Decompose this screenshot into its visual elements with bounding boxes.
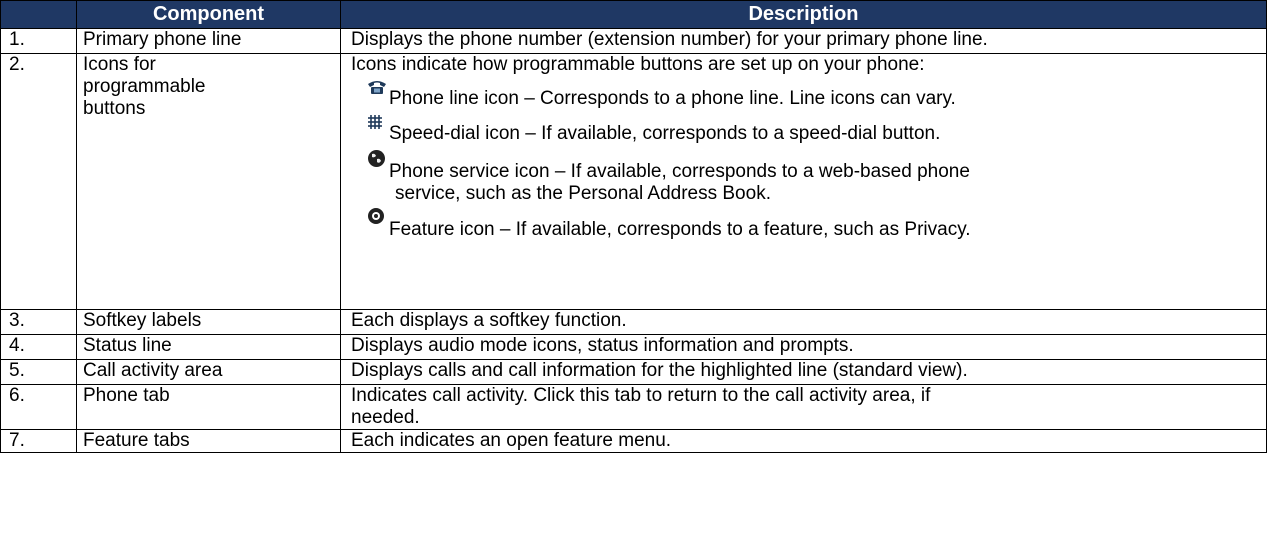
phone-handset-icon <box>367 79 387 101</box>
phone-service-icon-text-cont: service, such as the Personal Address Bo… <box>395 183 771 204</box>
row-description: Displays calls and call information for … <box>340 359 1267 385</box>
row-description: Indicates call activity. Click this tab … <box>340 384 1267 430</box>
row-description: Displays audio mode icons, status inform… <box>340 334 1267 360</box>
header-description: Description <box>340 0 1267 29</box>
phone-service-icon-text: Phone service icon – If available, corre… <box>389 161 970 182</box>
row-component: Softkey labels <box>76 309 341 335</box>
phone-service-icon-entry: Phone service icon – If available, corre… <box>351 150 1266 183</box>
row-component: Phone tab <box>76 384 341 430</box>
row-number: 3. <box>0 309 77 335</box>
feature-dot-icon <box>367 207 385 231</box>
feature-icon-entry: Feature icon – If available, corresponds… <box>351 208 1266 241</box>
row-component: Status line <box>76 334 341 360</box>
row-component: Call activity area <box>76 359 341 385</box>
row-number: 1. <box>0 28 77 54</box>
speed-dial-icon-text: Speed-dial icon – If available, correspo… <box>389 123 941 144</box>
table-row: 7. Feature tabs Each indicates an open f… <box>0 429 1267 453</box>
row-description: Icons indicate how programmable buttons … <box>340 53 1267 310</box>
row-number: 6. <box>0 384 77 430</box>
row-number: 7. <box>0 429 77 453</box>
phone-line-icon-text: Phone line icon – Corresponds to a phone… <box>389 88 956 109</box>
row-description: Each indicates an open feature menu. <box>340 429 1267 453</box>
table-row: 1. Primary phone line Displays the phone… <box>0 28 1267 54</box>
row-component: Icons for programmable buttons <box>76 53 341 310</box>
icons-intro-text: Icons indicate how programmable buttons … <box>351 54 925 75</box>
table-row: 4. Status line Displays audio mode icons… <box>0 334 1267 360</box>
component-table: Component Description 1. Primary phone l… <box>0 0 1267 453</box>
header-component: Component <box>76 0 341 29</box>
feature-icon-text: Feature icon – If available, corresponds… <box>389 219 971 240</box>
table-row: 2. Icons for programmable buttons Icons … <box>0 53 1267 310</box>
row-component: Feature tabs <box>76 429 341 453</box>
globe-service-icon <box>367 149 386 174</box>
table-row: 6. Phone tab Indicates call activity. Cl… <box>0 384 1267 430</box>
row-description-line2: needed. <box>351 407 420 428</box>
row-description-line1: Indicates call activity. Click this tab … <box>351 385 931 406</box>
header-row: Component Description <box>0 0 1267 29</box>
row-component: Primary phone line <box>76 28 341 54</box>
table-row: 3. Softkey labels Each displays a softke… <box>0 309 1267 335</box>
phone-line-icon-entry: Phone line icon – Corresponds to a phone… <box>351 81 1266 110</box>
row-description: Displays the phone number (extension num… <box>340 28 1267 54</box>
row-number: 2. <box>0 53 77 310</box>
row-description: Each displays a softkey function. <box>340 309 1267 335</box>
row-number: 4. <box>0 334 77 360</box>
row-number: 5. <box>0 359 77 385</box>
speed-dial-icon-entry: Speed-dial icon – If available, correspo… <box>351 115 1266 145</box>
table-row: 5. Call activity area Displays calls and… <box>0 359 1267 385</box>
speed-dial-grid-icon <box>367 114 383 136</box>
header-number <box>0 0 77 29</box>
